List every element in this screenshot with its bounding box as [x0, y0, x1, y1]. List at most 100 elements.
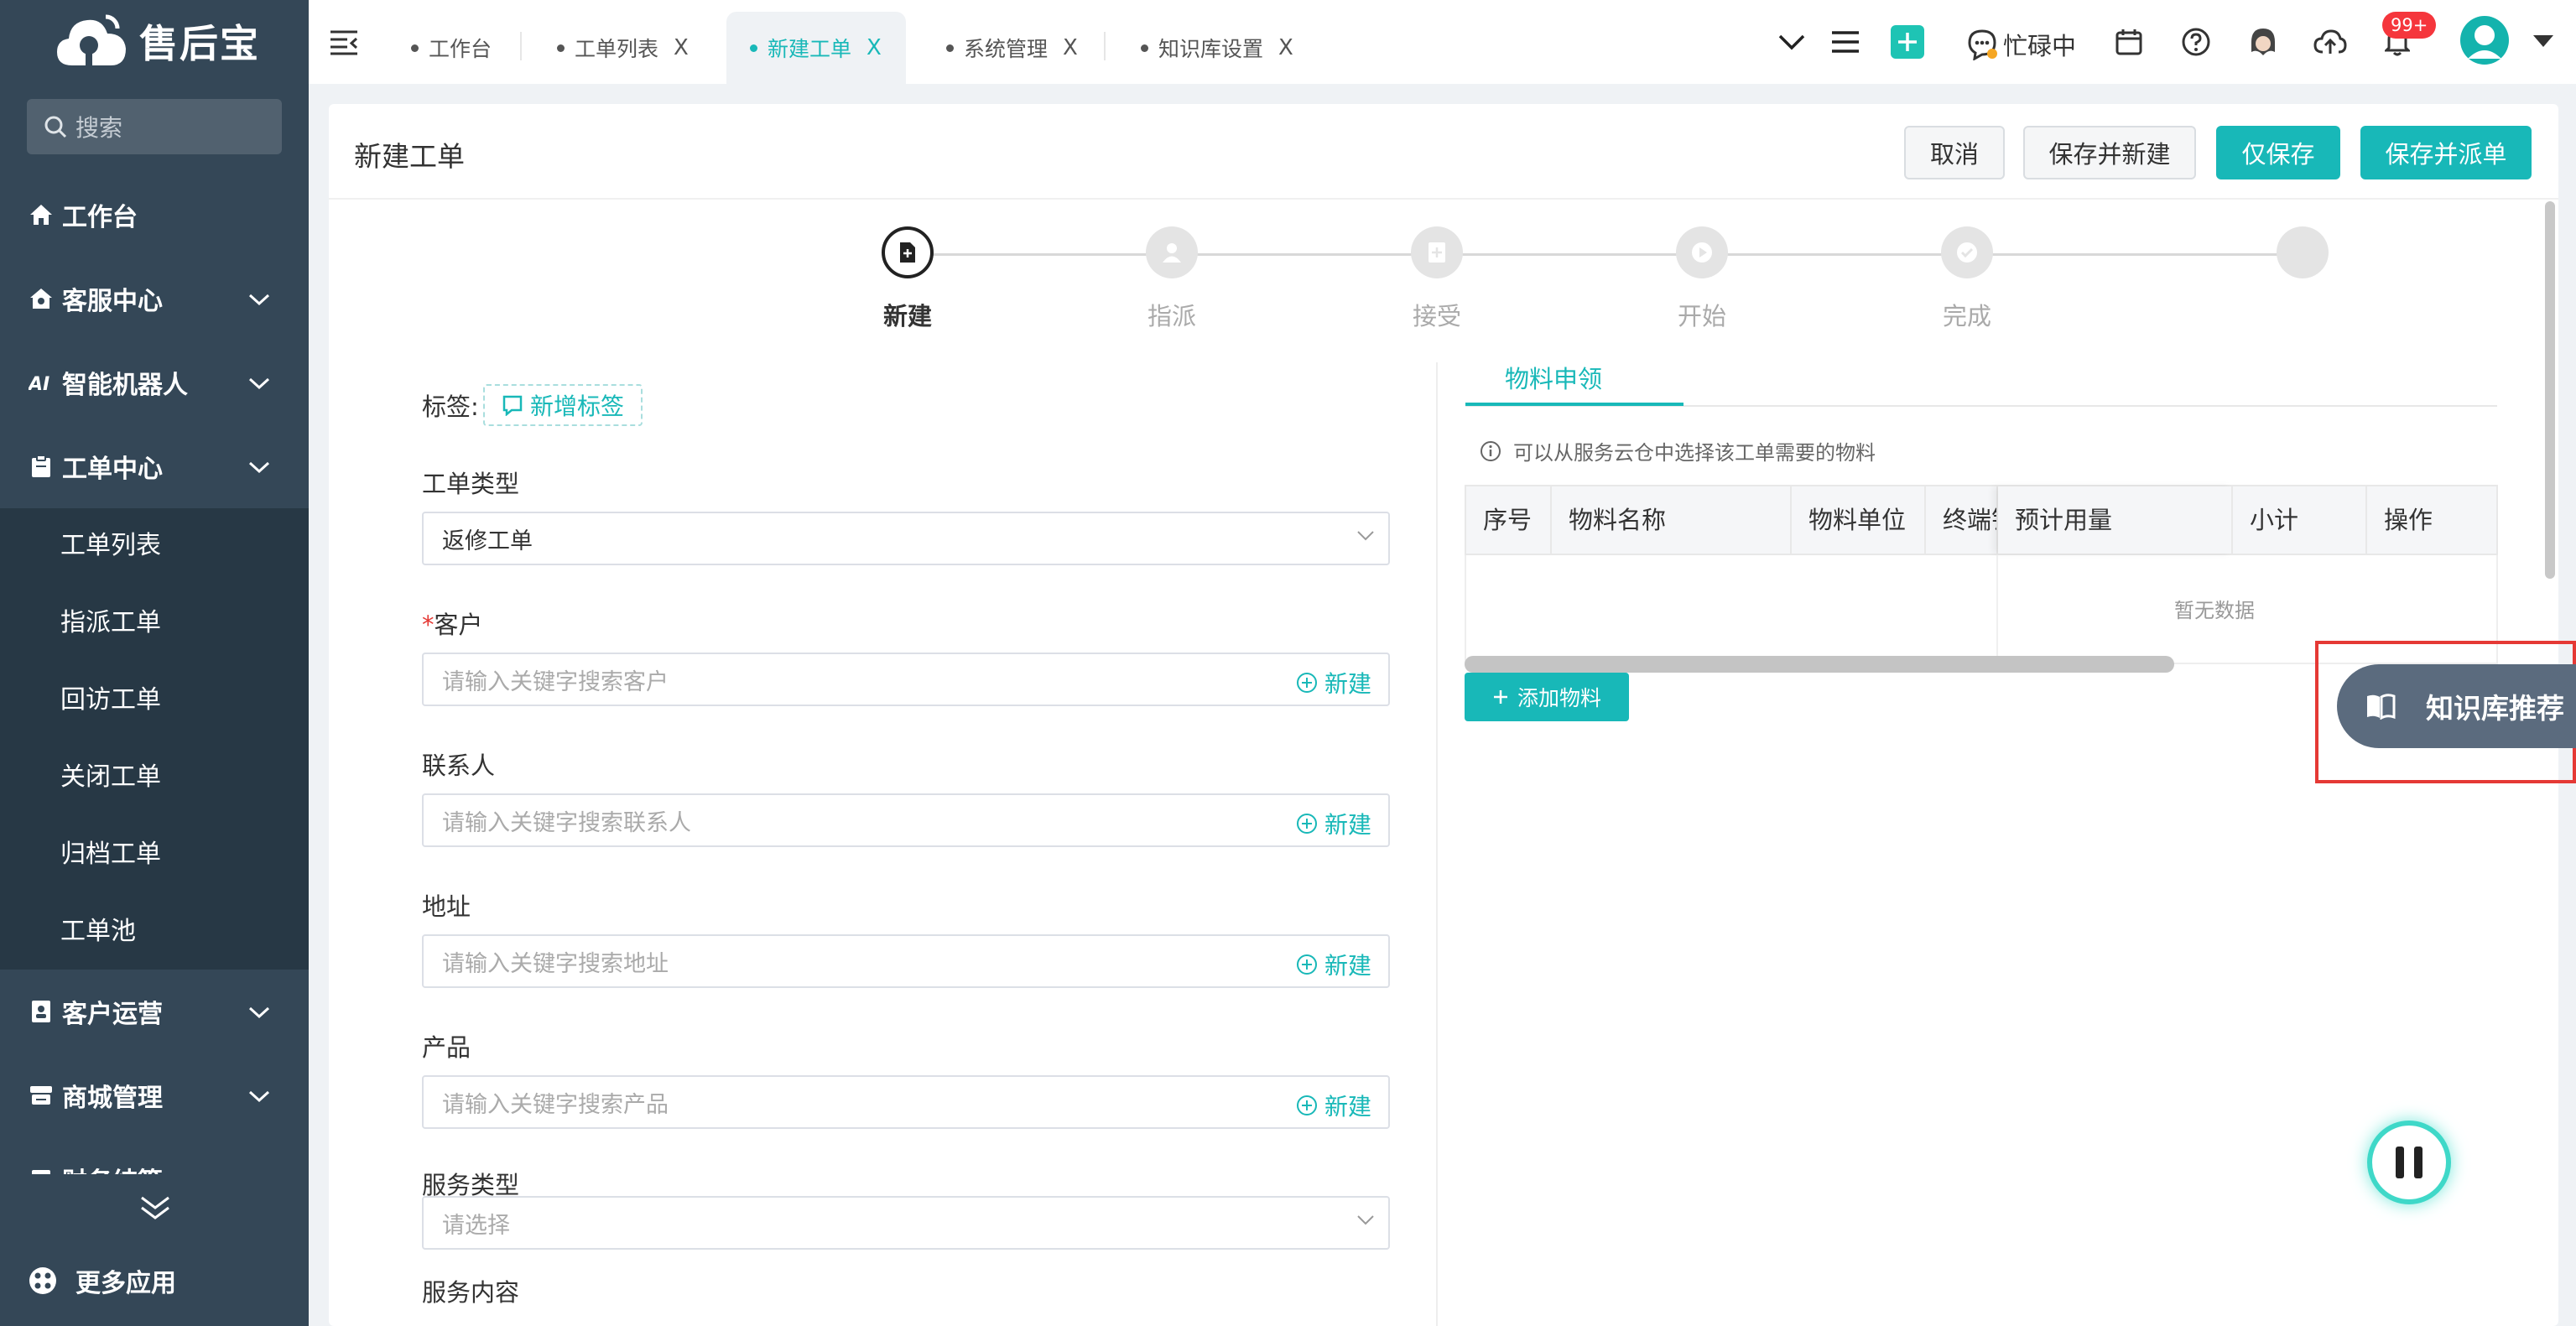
- col-subtotal: 小计: [2233, 486, 2367, 554]
- nav-workbench[interactable]: 工作台: [0, 173, 309, 257]
- submenu-close-ticket[interactable]: 关闭工单: [60, 761, 161, 794]
- chevron-down-icon: [247, 371, 272, 396]
- knowledge-recommend-button[interactable]: 知识库推荐: [2337, 664, 2576, 748]
- submenu-return-visit[interactable]: 回访工单: [60, 684, 161, 717]
- col-index: 序号: [1466, 486, 1552, 554]
- nav-customer-service[interactable]: 客服中心: [0, 257, 309, 341]
- submenu-assign-ticket[interactable]: 指派工单: [60, 606, 161, 640]
- customer-label-text: 客户: [434, 611, 483, 639]
- step-label-complete: 完成: [1942, 302, 1991, 330]
- col-terminal-price: 终端销: [1926, 486, 1998, 554]
- nav-label: 商城管理: [62, 1084, 163, 1113]
- add-material-button[interactable]: 添加物料: [1465, 673, 1629, 721]
- save-and-dispatch-button[interactable]: 保存并派单: [2360, 126, 2532, 179]
- more-apps-button[interactable]: 更多应用: [29, 1262, 176, 1299]
- nav-ticket-center[interactable]: 工单中心: [0, 424, 309, 508]
- contact-placeholder: 请输入关键字搜索联系人: [442, 809, 691, 836]
- service-type-select[interactable]: 请选择: [422, 1196, 1390, 1250]
- add-tag-button[interactable]: 新增标签: [483, 384, 643, 426]
- save-only-button[interactable]: 仅保存: [2216, 126, 2340, 179]
- help-icon[interactable]: [2179, 25, 2213, 59]
- pause-bar: [2414, 1147, 2422, 1178]
- submenu-ticket-list[interactable]: 工单列表: [60, 529, 161, 563]
- nav-customer-ops[interactable]: 客户运营: [0, 970, 309, 1053]
- pause-button[interactable]: [2367, 1121, 2451, 1204]
- new-label: 新建: [1324, 952, 1371, 980]
- ticket-type-select[interactable]: 返修工单: [422, 512, 1390, 565]
- new-contact-button[interactable]: 新建: [1296, 807, 1371, 840]
- add-icon[interactable]: [1891, 25, 1924, 59]
- col-estimated-qty: 预计用量: [1998, 486, 2233, 554]
- address-search-input[interactable]: 请输入关键字搜索地址 新建: [422, 934, 1390, 988]
- service-type-placeholder: 请选择: [442, 1212, 510, 1239]
- ticket-type-value: 返修工单: [442, 528, 533, 554]
- tab-knowledge-settings[interactable]: 知识库设置 X: [1141, 12, 1293, 84]
- tab-close-icon[interactable]: X: [866, 35, 882, 60]
- page-vertical-scrollbar[interactable]: [2545, 201, 2555, 579]
- submenu-archive-ticket[interactable]: 归档工单: [60, 838, 161, 871]
- plus-icon: [1492, 689, 1509, 705]
- home-icon: [29, 202, 54, 227]
- caret-down-icon[interactable]: [2533, 35, 2553, 47]
- top-bar: 工作台 工单列表 X 新建工单 X 系统管理 X 知识库设置 X 忙碌中 99+: [309, 0, 2576, 84]
- chevron-down-icon: [247, 1084, 272, 1109]
- collapse-menu-icon[interactable]: [327, 25, 361, 59]
- tab-material-request[interactable]: 物料申领: [1505, 360, 1602, 395]
- menu-lines-icon[interactable]: [1829, 25, 1862, 59]
- submenu-ticket-pool[interactable]: 工单池: [60, 915, 136, 949]
- nav-ai-robot[interactable]: AI 智能机器人: [0, 341, 309, 424]
- new-label: 新建: [1324, 1093, 1371, 1121]
- col-actions: 操作: [2384, 506, 2433, 534]
- play-icon: [1690, 241, 1714, 264]
- contact-search-input[interactable]: 请输入关键字搜索联系人 新建: [422, 793, 1390, 847]
- tab-close-icon[interactable]: X: [1063, 35, 1078, 60]
- user-avatar[interactable]: [2459, 15, 2510, 65]
- tab-system-management[interactable]: 系统管理 X: [946, 12, 1078, 84]
- new-file-icon: [898, 241, 917, 264]
- step-new: [882, 226, 934, 278]
- contact-card-icon: [29, 999, 54, 1024]
- nav-label: 工单中心: [62, 455, 163, 484]
- customer-search-input[interactable]: 请输入关键字搜索客户 新建: [422, 653, 1390, 706]
- tab-close-icon[interactable]: X: [674, 35, 689, 60]
- tab-close-icon[interactable]: X: [1278, 35, 1293, 60]
- product-search-input[interactable]: 请输入关键字搜索产品 新建: [422, 1075, 1390, 1129]
- chevron-down-icon: [247, 1000, 272, 1025]
- book-icon: [2365, 693, 2396, 720]
- service-content-label: 服务内容: [422, 1278, 520, 1307]
- customer-service-avatar-icon[interactable]: [2246, 25, 2280, 59]
- save-and-new-button[interactable]: 保存并新建: [2023, 126, 2196, 179]
- tab-dot: [411, 44, 419, 52]
- calendar-icon[interactable]: [2112, 25, 2146, 59]
- tab-workbench[interactable]: 工作台: [411, 12, 492, 84]
- info-icon: [1480, 440, 1501, 462]
- status-text: 忙碌中: [2003, 32, 2077, 60]
- headset-home-icon: [29, 286, 54, 311]
- address-placeholder: 请输入关键字搜索地址: [442, 950, 669, 977]
- sidebar-search[interactable]: 搜索: [27, 99, 282, 154]
- brand-logo[interactable]: 售后宝: [55, 12, 260, 70]
- tab-ticket-list[interactable]: 工单列表 X: [557, 12, 689, 84]
- check-circle-icon: [1955, 241, 1979, 264]
- table-horizontal-scrollbar[interactable]: [1465, 656, 2174, 673]
- required-mark: *: [422, 611, 435, 639]
- double-chevron-down-icon[interactable]: [139, 1194, 171, 1223]
- new-customer-button[interactable]: 新建: [1296, 666, 1371, 699]
- nav-label: 工作台: [62, 203, 138, 232]
- product-label: 产品: [422, 1033, 471, 1062]
- tab-new-ticket[interactable]: 新建工单 X: [726, 12, 906, 84]
- store-icon: [29, 1083, 54, 1108]
- materials-hint: 可以从服务云仓中选择该工单需要的物料: [1480, 436, 1876, 465]
- chevron-down-icon[interactable]: [1775, 25, 1808, 59]
- card-header: 新建工单 取消 保存并新建 仅保存 保存并派单: [329, 104, 2558, 200]
- status-selector[interactable]: 忙碌中: [1966, 27, 2076, 62]
- step-label-start: 开始: [1677, 302, 1726, 330]
- product-placeholder: 请输入关键字搜索产品: [442, 1091, 669, 1118]
- active-tab-underline: [1465, 403, 1684, 406]
- new-product-button[interactable]: 新建: [1296, 1089, 1371, 1122]
- svg-text:AI: AI: [29, 374, 49, 393]
- cloud-upload-icon[interactable]: [2313, 25, 2347, 59]
- cancel-button[interactable]: 取消: [1904, 126, 2005, 179]
- new-address-button[interactable]: 新建: [1296, 948, 1371, 981]
- nav-mall[interactable]: 商城管理: [0, 1053, 309, 1137]
